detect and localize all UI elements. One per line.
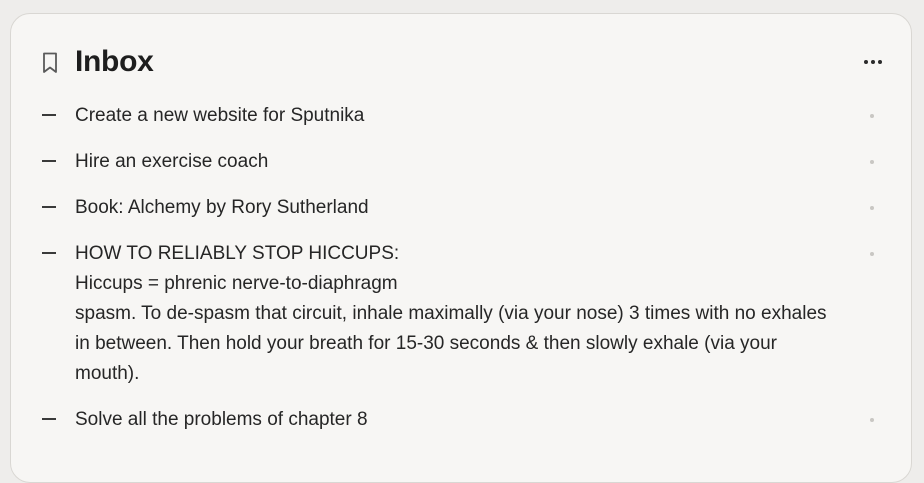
list-item[interactable]: Solve all the problems of chapter 8 bbox=[11, 404, 911, 450]
bookmark-icon[interactable] bbox=[41, 51, 59, 75]
item-text-line[interactable]: spasm. To de-spasm that circuit, inhale … bbox=[75, 299, 841, 389]
item-text-heading[interactable]: HOW TO RELIABLY STOP HICCUPS: bbox=[75, 239, 841, 269]
item-text[interactable]: Solve all the problems of chapter 8 bbox=[75, 405, 841, 435]
item-text[interactable]: Book: Alchemy by Rory Sutherland bbox=[75, 193, 841, 223]
more-horizontal-icon bbox=[864, 60, 882, 64]
list-item[interactable]: HOW TO RELIABLY STOP HICCUPS: Hiccups = … bbox=[11, 238, 911, 404]
list-item[interactable]: Book: Alchemy by Rory Sutherland bbox=[11, 192, 911, 238]
item-handle-dot-icon[interactable] bbox=[870, 114, 874, 118]
inbox-header: Inbox bbox=[11, 14, 911, 110]
page-title: Inbox bbox=[75, 45, 154, 78]
dash-bullet-icon bbox=[42, 252, 56, 254]
inbox-card: Inbox Create a new website for Sputnika … bbox=[10, 13, 912, 483]
item-handle-dot-icon[interactable] bbox=[870, 418, 874, 422]
dash-bullet-icon bbox=[42, 160, 56, 162]
inbox-list: Create a new website for Sputnika Hire a… bbox=[11, 100, 911, 450]
item-handle-dot-icon[interactable] bbox=[870, 206, 874, 210]
item-text[interactable]: Create a new website for Sputnika bbox=[75, 101, 841, 131]
more-options-button[interactable] bbox=[861, 52, 885, 72]
item-text[interactable]: Hire an exercise coach bbox=[75, 147, 841, 177]
dash-bullet-icon bbox=[42, 114, 56, 116]
item-handle-dot-icon[interactable] bbox=[870, 252, 874, 256]
dash-bullet-icon bbox=[42, 206, 56, 208]
list-item[interactable]: Hire an exercise coach bbox=[11, 146, 911, 192]
list-item[interactable]: Create a new website for Sputnika bbox=[11, 100, 911, 146]
item-handle-dot-icon[interactable] bbox=[870, 160, 874, 164]
item-text-line[interactable]: Hiccups = phrenic nerve-to-diaphragm bbox=[75, 269, 841, 299]
dash-bullet-icon bbox=[42, 418, 56, 420]
